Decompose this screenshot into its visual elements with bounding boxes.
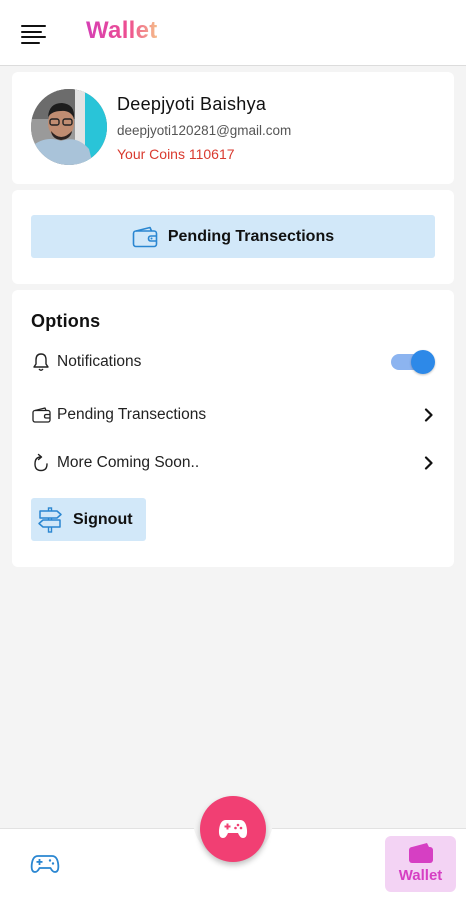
nav-wallet-tab[interactable]: Wallet <box>385 836 456 892</box>
wallet-icon <box>408 843 433 863</box>
gamepad-outline-icon <box>30 855 60 873</box>
signpost-icon <box>38 506 62 533</box>
pending-transactions-option-label: Pending Transections <box>57 406 207 423</box>
notifications-label: Notifications <box>57 353 142 370</box>
pending-transactions-row[interactable]: Pending Transections <box>31 401 435 429</box>
nav-wallet-label: Wallet <box>398 867 443 884</box>
wallet-icon <box>132 226 158 247</box>
coin-balance: Your Coins 110617 <box>117 146 235 162</box>
bell-icon <box>31 352 51 372</box>
signout-label: Signout <box>73 510 133 528</box>
nav-games-tab[interactable] <box>30 852 60 876</box>
app-bar: Wallet <box>0 0 466 66</box>
chevron-right-icon <box>424 408 433 422</box>
pending-transactions-button[interactable]: Pending Transections <box>31 215 435 258</box>
avatar <box>31 89 107 165</box>
pending-card: Pending Transections <box>12 190 454 284</box>
wallet-icon <box>31 405 51 425</box>
notifications-toggle[interactable] <box>391 350 435 374</box>
notifications-row[interactable]: Notifications <box>31 348 435 376</box>
toggle-knob <box>411 350 435 374</box>
refresh-icon <box>31 453 51 473</box>
more-coming-soon-row[interactable]: More Coming Soon.. <box>31 449 435 477</box>
games-fab-button[interactable] <box>200 796 266 862</box>
options-card: Options Notifications Pending Transectio… <box>12 290 454 567</box>
profile-name: Deepjyoti Baishya <box>117 94 267 114</box>
options-heading: Options <box>31 311 101 331</box>
profile-email: deepjyoti120281@gmail.com <box>117 123 292 138</box>
page-title: Wallet <box>86 17 158 44</box>
more-coming-soon-label: More Coming Soon.. <box>57 454 200 471</box>
profile-card: Deepjyoti Baishya deepjyoti120281@gmail.… <box>12 72 454 184</box>
chevron-right-icon <box>424 456 433 470</box>
pending-transactions-label: Pending Transections <box>167 227 335 245</box>
hamburger-menu-icon[interactable] <box>21 24 46 44</box>
signout-button[interactable]: Signout <box>31 498 146 541</box>
gamepad-icon <box>218 820 248 838</box>
